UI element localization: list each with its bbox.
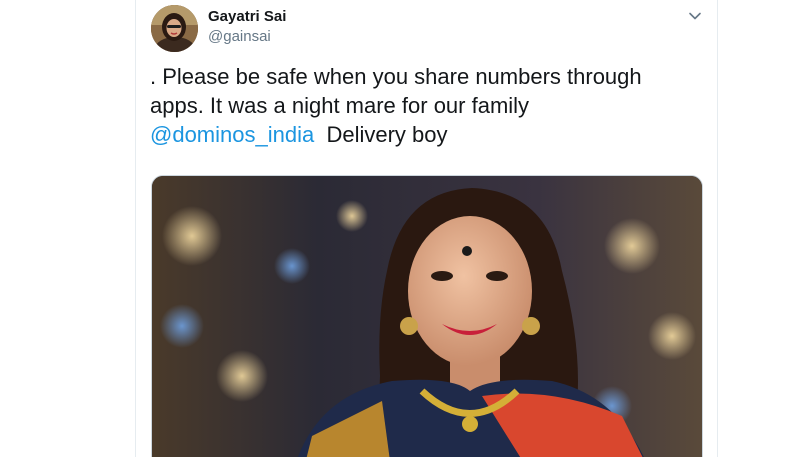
- left-gutter: [0, 0, 135, 457]
- photo-image: [152, 176, 702, 457]
- page: Gayatri Sai @gainsai . Please be safe wh…: [0, 0, 800, 457]
- mention-link[interactable]: @dominos_india: [150, 122, 314, 147]
- tweet-text-line-2: apps. It was a night mare for our family: [150, 93, 530, 118]
- tweet-text-after-mention: Delivery boy: [326, 122, 448, 147]
- tweet-text: . Please be safe when you share numbers …: [150, 62, 695, 149]
- tweet-menu-button[interactable]: [686, 7, 704, 25]
- chevron-down-icon: [689, 12, 701, 20]
- tweet-card[interactable]: Gayatri Sai @gainsai . Please be safe wh…: [135, 0, 718, 457]
- avatar[interactable]: [151, 5, 198, 52]
- tweet-photo[interactable]: [151, 175, 703, 457]
- author-name[interactable]: Gayatri Sai: [208, 8, 286, 25]
- author-handle[interactable]: @gainsai: [208, 28, 271, 45]
- avatar-image: [151, 5, 198, 52]
- tweet-text-line-1: . Please be safe when you share numbers …: [150, 64, 642, 89]
